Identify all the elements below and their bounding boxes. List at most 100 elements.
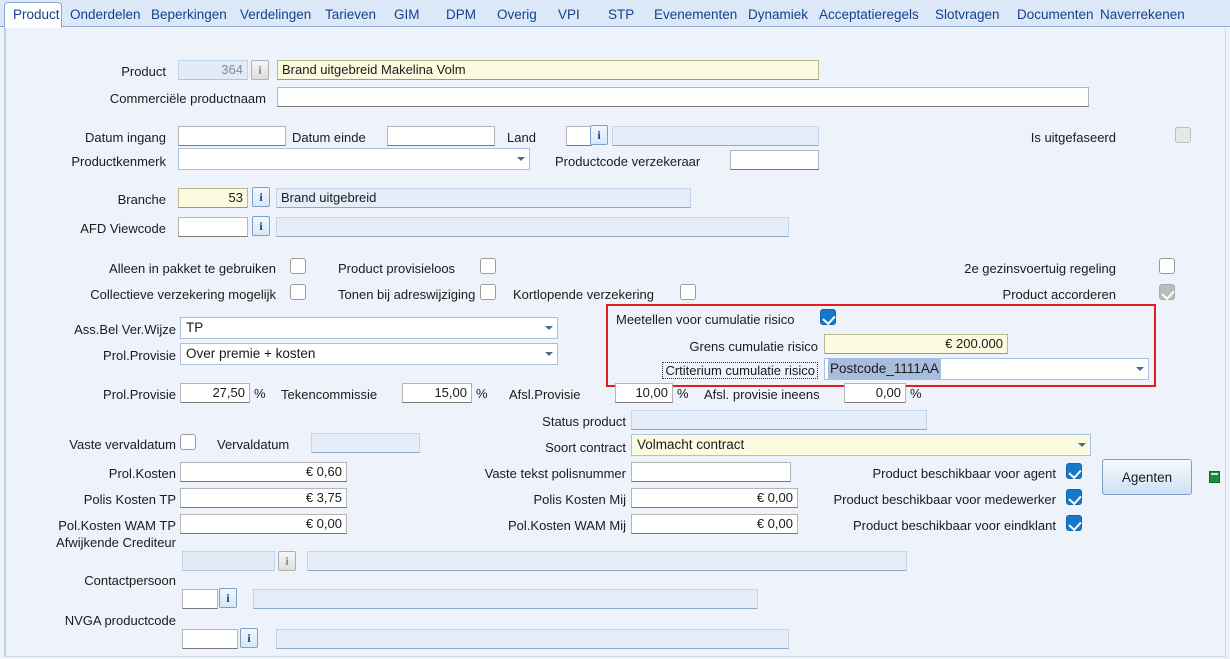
nvga-productcode-info-icon[interactable]: i xyxy=(240,628,258,648)
prol-kosten-label: Prol.Kosten xyxy=(108,466,176,481)
tab-tarieven[interactable]: Tarieven xyxy=(317,3,384,27)
datum-ingang-input[interactable] xyxy=(178,126,286,146)
contactpersoon-code-input[interactable] xyxy=(182,589,218,609)
vaste-tekst-polisnummer-label: Vaste tekst polisnummer xyxy=(484,466,626,481)
ass-bel-ver-wijze-label: Ass.Bel Ver.Wijze xyxy=(74,322,176,337)
productcode-verzekeraar-label: Productcode verzekeraar xyxy=(555,154,701,169)
prol-kosten-input[interactable]: € 0,60 xyxy=(180,462,347,482)
collectieve-verzekering-checkbox[interactable] xyxy=(290,284,306,300)
polis-kosten-mij-input[interactable]: € 0,00 xyxy=(631,488,798,508)
tab-label: Evenementen xyxy=(654,7,738,22)
tab-verdelingen[interactable]: Verdelingen xyxy=(232,3,319,27)
beschikbaar-agent-checkbox[interactable] xyxy=(1066,463,1082,479)
tab-naverrekenen[interactable]: Naverrekenen xyxy=(1092,3,1193,27)
pol-kosten-wam-tp-label: Pol.Kosten WAM TP xyxy=(58,518,176,533)
alleen-in-pakket-label: Alleen in pakket te gebruiken xyxy=(109,261,276,276)
ass-bel-ver-wijze-dropdown[interactable]: TP xyxy=(180,317,558,339)
tab-evenementen[interactable]: Evenementen xyxy=(646,3,745,27)
afsl-provisie-ineens-input[interactable]: 0,00 xyxy=(844,383,906,403)
beschikbaar-medewerker-checkbox[interactable] xyxy=(1066,489,1082,505)
tab-overig[interactable]: Overig xyxy=(489,3,545,27)
afd-viewcode-label: AFD Viewcode xyxy=(80,221,166,236)
vaste-tekst-polisnummer-input[interactable] xyxy=(631,462,791,482)
tab-stp[interactable]: STP xyxy=(600,3,642,27)
tab-beperkingen[interactable]: Beperkingen xyxy=(143,3,235,27)
gezinsvoertuig-checkbox[interactable] xyxy=(1159,258,1175,274)
tab-label: Tarieven xyxy=(325,7,377,22)
tab-label: Verdelingen xyxy=(240,7,312,22)
chevron-down-icon xyxy=(545,352,553,356)
tab-product[interactable]: Product xyxy=(4,2,62,28)
afd-viewcode-info-icon[interactable]: i xyxy=(252,216,270,236)
kortlopende-verzekering-checkbox[interactable] xyxy=(680,284,696,300)
chevron-down-icon xyxy=(1136,367,1144,371)
tab-gim[interactable]: GIM xyxy=(386,3,428,27)
ass-bel-ver-wijze-value: TP xyxy=(186,320,204,335)
chevron-down-icon xyxy=(545,326,553,330)
agenten-button[interactable]: Agenten xyxy=(1102,459,1192,495)
branche-code-input[interactable]: 53 xyxy=(178,188,248,208)
tab-vpi[interactable]: VPI xyxy=(550,3,588,27)
afwijkende-crediteur-code-field xyxy=(182,551,275,571)
grens-cumulatie-input[interactable]: € 200.000 xyxy=(824,334,1008,354)
afd-viewcode-input[interactable] xyxy=(178,217,248,237)
polis-kosten-mij-label: Polis Kosten Mij xyxy=(533,492,626,507)
product-label: Product xyxy=(121,64,166,79)
vervaldatum-field xyxy=(311,433,420,453)
tab-label: GIM xyxy=(394,7,420,22)
excel-export-icon[interactable] xyxy=(1209,471,1220,483)
afwijkende-crediteur-info-icon: i xyxy=(278,551,296,571)
polis-kosten-tp-input[interactable]: € 3,75 xyxy=(180,488,347,508)
tab-label: Overig xyxy=(497,7,537,22)
beschikbaar-agent-label: Product beschikbaar voor agent xyxy=(872,466,1056,481)
soort-contract-dropdown[interactable]: Volmacht contract xyxy=(631,434,1091,456)
productcode-verzekeraar-input[interactable] xyxy=(730,150,819,170)
tab-label: DPM xyxy=(446,7,476,22)
branche-info-icon[interactable]: i xyxy=(252,187,270,207)
product-accorderen-checkbox xyxy=(1159,284,1175,300)
polis-kosten-tp-label: Polis Kosten TP xyxy=(83,492,176,507)
is-uitgefaseerd-checkbox[interactable] xyxy=(1175,127,1191,143)
product-provisieloos-checkbox[interactable] xyxy=(480,258,496,274)
tab-label: Slotvragen xyxy=(935,7,1000,22)
is-uitgefaseerd-label: Is uitgefaseerd xyxy=(1030,130,1116,145)
criterium-cumulatie-dropdown[interactable]: Postcode_1111AA xyxy=(824,358,1149,380)
productkenmerk-dropdown[interactable] xyxy=(178,148,530,170)
collectieve-verzekering-label: Collectieve verzekering mogelijk xyxy=(90,287,276,302)
tekencommissie-input[interactable]: 15,00 xyxy=(402,383,472,403)
prol-provisie-type-dropdown[interactable]: Over premie + kosten xyxy=(180,343,558,365)
afsl-provisie-input[interactable]: 10,00 xyxy=(615,383,673,403)
tonen-bij-adreswijziging-checkbox[interactable] xyxy=(480,284,496,300)
tab-dpm[interactable]: DPM xyxy=(438,3,484,27)
tab-label: Naverrekenen xyxy=(1100,7,1185,22)
datum-einde-input[interactable] xyxy=(387,126,495,146)
prol-provisie-pct-input[interactable]: 27,50 xyxy=(180,383,250,403)
beschikbaar-eindklant-checkbox[interactable] xyxy=(1066,515,1082,531)
productkenmerk-label: Productkenmerk xyxy=(71,154,166,169)
product-name-field[interactable]: Brand uitgebreid Makelina Volm xyxy=(277,60,819,80)
product-info-icon[interactable]: i xyxy=(251,60,269,80)
tab-slotvragen[interactable]: Slotvragen xyxy=(927,3,1008,27)
contactpersoon-info-icon[interactable]: i xyxy=(219,588,237,608)
pol-kosten-wam-mij-input[interactable]: € 0,00 xyxy=(631,514,798,534)
nvga-productcode-name-field xyxy=(276,629,789,649)
datum-einde-label: Datum einde xyxy=(292,130,366,145)
tab-onderdelen[interactable]: Onderdelen xyxy=(62,3,149,27)
tab-acceptatieregels[interactable]: Acceptatieregels xyxy=(811,3,927,27)
land-info-icon[interactable]: i xyxy=(590,125,608,145)
tab-dynamiek[interactable]: Dynamiek xyxy=(740,3,816,27)
vaste-vervaldatum-checkbox[interactable] xyxy=(180,434,196,450)
product-code-field: 364 xyxy=(178,60,248,80)
alleen-in-pakket-checkbox[interactable] xyxy=(290,258,306,274)
pol-kosten-wam-tp-input[interactable]: € 0,00 xyxy=(180,514,347,534)
commerciele-productnaam-input[interactable] xyxy=(277,87,1089,107)
afwijkende-crediteur-label: Afwijkende Crediteur xyxy=(56,535,176,550)
nvga-productcode-input[interactable] xyxy=(182,629,238,649)
tab-documenten[interactable]: Documenten xyxy=(1009,3,1102,27)
meetellen-cumulatie-checkbox[interactable] xyxy=(820,309,836,325)
contactpersoon-name-field xyxy=(253,589,758,609)
soort-contract-label: Soort contract xyxy=(545,440,626,455)
land-code-input[interactable] xyxy=(566,126,592,146)
tekencommissie-pct-symbol: % xyxy=(476,386,488,401)
gezinsvoertuig-label: 2e gezinsvoertuig regeling xyxy=(964,261,1116,276)
